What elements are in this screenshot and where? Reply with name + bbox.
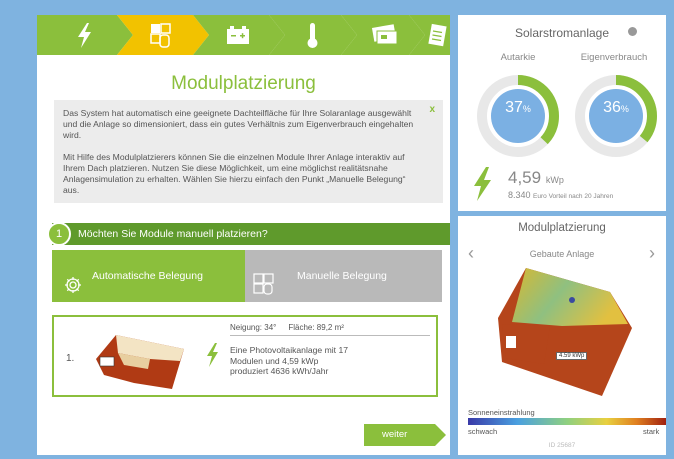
automatic-placement-button[interactable]: Automatische Belegung xyxy=(52,250,245,302)
question-number: 1 xyxy=(47,222,71,246)
legend-high-label: stark xyxy=(643,427,660,436)
result-tilt: Neigung: 34° xyxy=(230,323,277,332)
savings: 8.340 Euro Vorteil nach 20 Jahren xyxy=(508,190,614,200)
manual-placement-label: Manuelle Belegung xyxy=(297,270,387,282)
step-module-placement-icon[interactable] xyxy=(141,15,181,55)
result-meta: Neigung: 34° Fläche: 89,2 m² xyxy=(230,323,430,336)
eigenverbrauch-label: Eigenverbrauch xyxy=(580,52,648,63)
power-output: 4,59 kWp xyxy=(508,168,564,187)
question-text: Möchten Sie Module manuell platzieren? xyxy=(78,228,268,240)
chevron-right-icon[interactable]: › xyxy=(649,243,655,264)
step-payment-icon[interactable] xyxy=(365,15,405,55)
solar-system-panel: Solarstromanlage Autarkie Eigenverbrauch… xyxy=(458,15,666,211)
step-navigation xyxy=(37,15,450,55)
module-grid-icon xyxy=(253,266,275,318)
automatic-placement-label: Automatische Belegung xyxy=(92,270,203,282)
page-title: Modulplatzierung xyxy=(171,73,316,94)
autarkie-value: 37% xyxy=(505,99,531,116)
result-description: Eine Photovoltaikanlage mit 17 Modulen u… xyxy=(230,345,349,376)
close-icon[interactable]: x xyxy=(429,104,435,115)
step-document-icon[interactable] xyxy=(421,15,450,55)
module-placement-panel: Modulplatzierung ‹ Gebaute Anlage › 4.59… xyxy=(458,216,666,455)
placement-subtitle: Gebaute Anlage xyxy=(529,249,595,259)
manual-placement-button[interactable]: Manuelle Belegung xyxy=(245,250,442,302)
result-number: 1. xyxy=(66,353,75,364)
step-lightning-icon[interactable] xyxy=(65,15,105,55)
result-area: Fläche: 89,2 m² xyxy=(288,323,344,332)
next-button[interactable]: weiter xyxy=(364,424,435,446)
eigenverbrauch-value: 36% xyxy=(603,99,629,116)
info-box: Das System hat automatisch eine geeignet… xyxy=(54,100,443,203)
info-paragraph-2: Mit Hilfe des Modulplatzierers können Si… xyxy=(63,152,406,195)
lightning-icon xyxy=(472,167,494,206)
lightning-icon xyxy=(206,343,220,372)
plant-id: ID 25687 xyxy=(548,442,576,449)
step-thermometer-icon[interactable] xyxy=(293,15,333,55)
roof-power-label: 4.59 kWp xyxy=(556,352,588,360)
irradiance-legend-bar xyxy=(468,418,666,425)
autarkie-label: Autarkie xyxy=(500,52,536,63)
result-card[interactable]: 1. Neigung: 34° Fläche: 89,2 m² Eine Phot… xyxy=(52,315,438,397)
step-battery-icon[interactable] xyxy=(219,15,259,55)
legend-title: Sonneneinstrahlung xyxy=(468,408,535,417)
gear-icon xyxy=(63,266,83,318)
info-paragraph-1: Das System hat automatisch eine geeignet… xyxy=(63,108,414,140)
roof-irradiance-map xyxy=(492,264,642,409)
main-panel: Modulplatzierung Das System hat automati… xyxy=(37,15,450,455)
next-button-arrow[interactable] xyxy=(435,424,446,446)
legend-low-label: schwach xyxy=(468,427,498,436)
roof-thumbnail xyxy=(88,323,192,398)
info-icon[interactable] xyxy=(628,27,637,36)
placement-title: Modulplatzierung xyxy=(518,222,606,234)
question-bar: 1 Möchten Sie Module manuell platzieren? xyxy=(47,222,450,246)
